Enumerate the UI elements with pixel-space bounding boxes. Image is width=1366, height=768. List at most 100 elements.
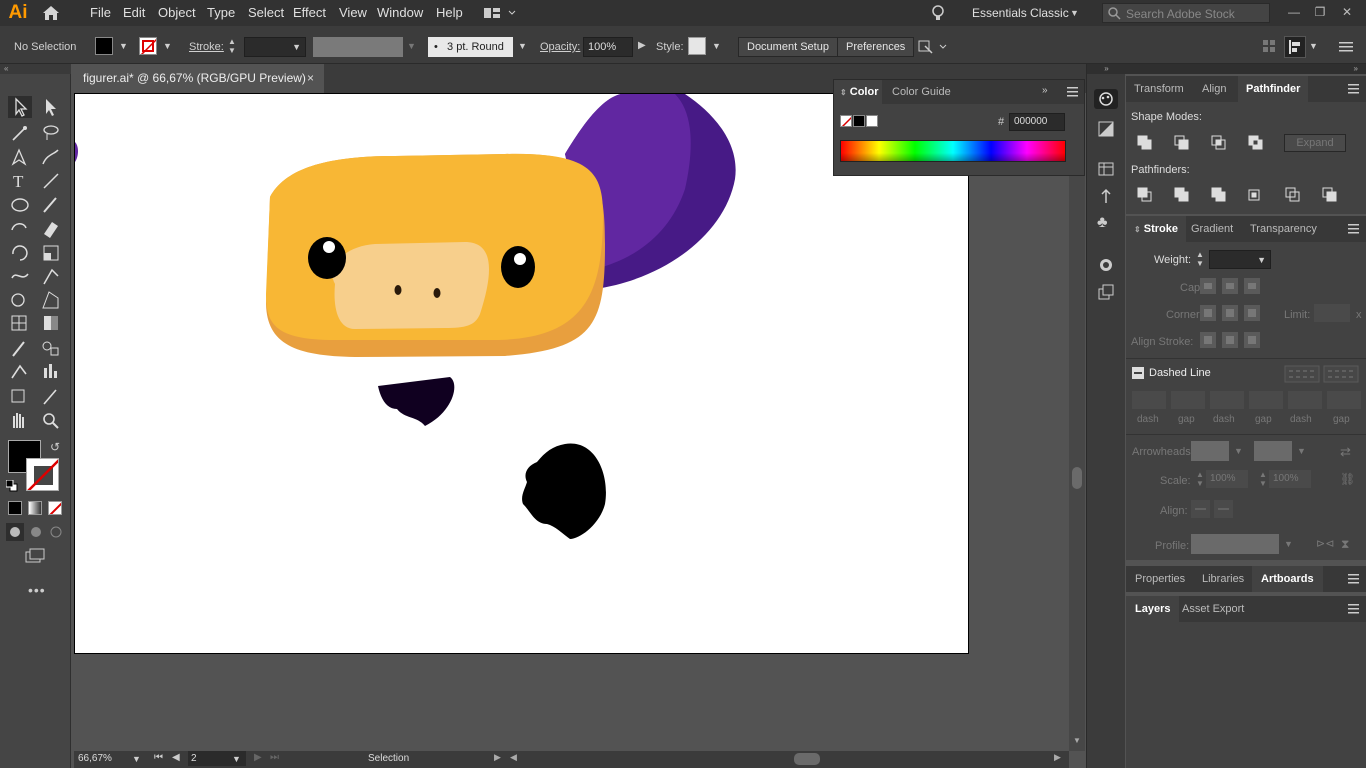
flip-across-icon[interactable]: ⧗ bbox=[1341, 537, 1349, 552]
tab-align[interactable]: Align bbox=[1202, 76, 1226, 102]
collapse-icon[interactable]: » bbox=[1126, 64, 1366, 74]
corner-buttons[interactable] bbox=[1196, 304, 1260, 322]
panel-menu-icon[interactable] bbox=[1348, 603, 1360, 615]
pathfinder-buttons[interactable] bbox=[1136, 186, 1351, 204]
menu-edit[interactable]: Edit bbox=[123, 0, 145, 26]
scale-field-2[interactable]: 100% bbox=[1269, 470, 1311, 488]
scale-stepper-1[interactable]: ▲ ▼ bbox=[1196, 470, 1204, 488]
screen-mode-icon[interactable] bbox=[24, 548, 48, 566]
chevron-down-icon[interactable]: ▼ bbox=[132, 754, 141, 764]
workspace-switcher[interactable]: Essentials Classic bbox=[972, 0, 1069, 26]
vertical-scrollbar[interactable]: ▼ bbox=[1069, 93, 1085, 751]
graphic-style-swatch[interactable] bbox=[688, 37, 706, 55]
chevron-down-icon[interactable]: ▼ bbox=[1070, 8, 1079, 18]
cap-buttons[interactable] bbox=[1196, 277, 1260, 295]
dash-fields[interactable] bbox=[1132, 391, 1362, 409]
artboard[interactable] bbox=[74, 93, 969, 654]
search-input[interactable]: Search Adobe Stock bbox=[1126, 7, 1235, 21]
stroke-label[interactable]: Stroke: bbox=[189, 41, 224, 53]
platypus-artwork[interactable] bbox=[75, 94, 969, 654]
tab-layers[interactable]: Layers bbox=[1126, 596, 1180, 622]
menu-type[interactable]: Type bbox=[207, 0, 235, 26]
dash-alignment-buttons[interactable] bbox=[1284, 365, 1360, 383]
variable-width-profile[interactable] bbox=[313, 37, 403, 57]
scroll-right-icon[interactable]: ▶ bbox=[1054, 752, 1061, 763]
menu-effect[interactable]: Effect bbox=[293, 0, 326, 26]
chevron-right-icon[interactable]: ▶ bbox=[638, 40, 646, 51]
expand-button[interactable]: Expand bbox=[1284, 134, 1346, 152]
scroll-left-icon[interactable]: ◀ bbox=[510, 752, 517, 763]
weight-field[interactable]: ▼ bbox=[1209, 250, 1271, 269]
panel-menu-icon[interactable] bbox=[1348, 83, 1360, 95]
menu-help[interactable]: Help bbox=[436, 0, 463, 26]
shape-mode-buttons[interactable] bbox=[1136, 134, 1276, 152]
brush-definition[interactable]: • 3 pt. Round bbox=[428, 37, 513, 57]
tab-stroke[interactable]: ⇕ Stroke bbox=[1126, 216, 1187, 242]
edit-toolbar-icon[interactable]: ••• bbox=[28, 582, 46, 598]
menu-window[interactable]: Window bbox=[377, 0, 423, 26]
tab-color-guide[interactable]: Color Guide bbox=[892, 80, 951, 104]
menu-select[interactable]: Select bbox=[248, 0, 284, 26]
status-menu-icon[interactable]: ▶ bbox=[494, 752, 501, 763]
black-swatch[interactable] bbox=[853, 115, 865, 127]
scroll-thumb[interactable] bbox=[1072, 467, 1082, 489]
weight-stepper[interactable]: ▲ ▼ bbox=[1196, 250, 1204, 268]
last-artboard-icon[interactable]: ⏭ bbox=[270, 752, 279, 763]
opacity-field[interactable]: 100% bbox=[583, 37, 633, 57]
tab-artboards[interactable]: Artboards bbox=[1252, 566, 1323, 592]
color-guide-icon[interactable] bbox=[1098, 121, 1114, 137]
scroll-down-icon[interactable]: ▼ bbox=[1073, 736, 1081, 745]
swap-fill-stroke-icon[interactable]: ↺ bbox=[50, 440, 60, 454]
tab-properties[interactable]: Properties bbox=[1135, 566, 1185, 592]
home-icon[interactable] bbox=[40, 4, 62, 22]
tab-gradient[interactable]: Gradient bbox=[1191, 216, 1233, 242]
next-artboard-icon[interactable]: ▶ bbox=[254, 752, 262, 763]
tab-transparency[interactable]: Transparency bbox=[1250, 216, 1317, 242]
limit-field[interactable] bbox=[1314, 304, 1350, 322]
link-scale-icon[interactable]: ⛓ bbox=[1340, 472, 1355, 486]
tab-transform[interactable]: Transform bbox=[1134, 76, 1184, 102]
chevron-down-icon[interactable]: ▼ bbox=[518, 41, 527, 51]
tab-libraries[interactable]: Libraries bbox=[1202, 566, 1244, 592]
prev-artboard-icon[interactable]: ◀ bbox=[172, 752, 180, 763]
none-swatch[interactable] bbox=[840, 115, 852, 127]
gradient-mode-icon[interactable] bbox=[28, 501, 42, 515]
white-swatch[interactable] bbox=[866, 115, 878, 127]
flip-along-icon[interactable]: ⊳⊲ bbox=[1316, 537, 1334, 550]
menu-file[interactable]: File bbox=[90, 0, 111, 26]
chevron-down-icon[interactable]: ▼ bbox=[119, 41, 128, 51]
tab-pathfinder[interactable]: Pathfinder bbox=[1238, 76, 1309, 102]
chevron-down-icon[interactable]: ▼ bbox=[1284, 539, 1293, 549]
scale-field-1[interactable]: 100% bbox=[1206, 470, 1248, 488]
app-logo[interactable]: Ai bbox=[0, 0, 36, 26]
stroke-stepper[interactable]: ▲ ▼ bbox=[228, 37, 242, 57]
lightbulb-icon[interactable] bbox=[930, 4, 946, 22]
collapse-icon[interactable]: « bbox=[0, 64, 71, 74]
stroke-weight-field[interactable]: ▼ bbox=[244, 37, 306, 57]
swatches-icon[interactable] bbox=[1098, 161, 1114, 177]
stock-search[interactable]: Search Adobe Stock bbox=[1102, 3, 1270, 23]
profile-select[interactable] bbox=[1191, 534, 1279, 554]
hex-input[interactable]: 000000 bbox=[1009, 113, 1065, 131]
first-artboard-icon[interactable]: ⏮ bbox=[154, 752, 163, 763]
appearance-icon[interactable] bbox=[1098, 257, 1114, 273]
menu-object[interactable]: Object bbox=[158, 0, 196, 26]
chevron-down-icon[interactable]: ▼ bbox=[1309, 41, 1318, 51]
collapse-icon[interactable]: » bbox=[1087, 64, 1126, 74]
end-arrowhead-select[interactable] bbox=[1254, 441, 1292, 461]
arrange-documents-icon[interactable] bbox=[484, 7, 518, 19]
selection-options-icon[interactable] bbox=[917, 38, 951, 56]
stroke-swatch[interactable] bbox=[139, 37, 157, 55]
tab-asset-export[interactable]: Asset Export bbox=[1182, 596, 1244, 622]
stroke-color-box[interactable] bbox=[26, 458, 59, 491]
grid-icon[interactable] bbox=[1262, 39, 1276, 53]
brushes-icon[interactable] bbox=[1098, 186, 1114, 204]
chevron-down-icon[interactable]: ▼ bbox=[712, 41, 721, 51]
symbols-icon[interactable]: ♣ bbox=[1097, 214, 1115, 232]
panel-menu-icon[interactable] bbox=[1348, 223, 1360, 235]
color-mode-icon[interactable] bbox=[8, 501, 22, 515]
chevron-down-icon[interactable]: ▼ bbox=[407, 41, 416, 51]
chevron-down-icon[interactable]: ▼ bbox=[1234, 446, 1243, 456]
none-mode-icon[interactable] bbox=[48, 501, 62, 515]
panel-menu-icon[interactable] bbox=[1348, 573, 1360, 585]
